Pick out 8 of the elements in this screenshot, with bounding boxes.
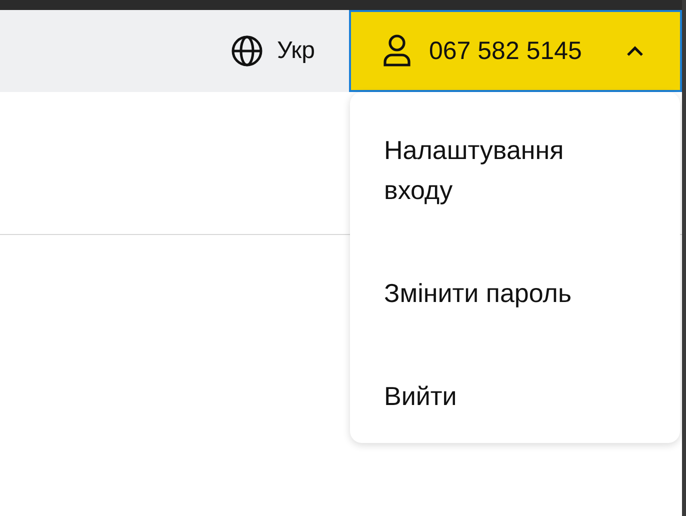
language-button[interactable]: Укр — [230, 35, 315, 67]
chevron-icon — [626, 45, 644, 57]
globe-icon — [230, 35, 263, 67]
menu-item[interactable]: Змінити пароль — [384, 273, 646, 313]
person-icon — [383, 34, 411, 68]
account-button[interactable]: 067 582 5145 — [349, 10, 682, 92]
menu-item[interactable]: Налаштування входу — [384, 130, 624, 210]
menu-item[interactable]: Вийти — [384, 376, 646, 416]
